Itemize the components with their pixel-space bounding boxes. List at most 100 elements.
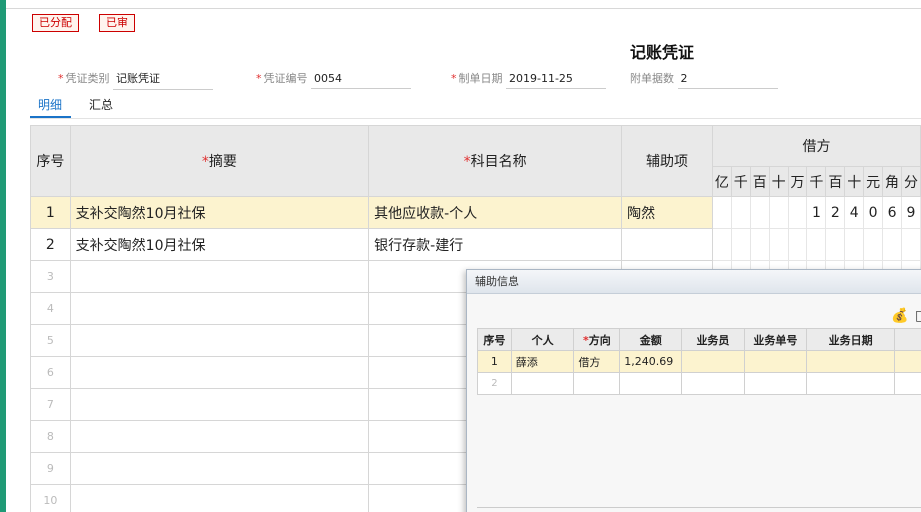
digit-header: 千 — [806, 166, 827, 197]
header-account: *科目名称 — [368, 125, 623, 197]
aux-header: *方向 — [573, 328, 621, 351]
aux-header: 业务日期 — [806, 328, 896, 351]
summary-cell[interactable] — [69, 324, 370, 357]
panel-icon[interactable]: □ — [915, 308, 921, 324]
debit-digit-cell[interactable] — [768, 196, 789, 229]
aux-cell-person[interactable]: 薛添 — [510, 350, 575, 373]
tab-active-indicator — [30, 116, 71, 118]
aux-cell-extra — [894, 372, 921, 395]
voucher-number-input[interactable]: 0054 — [311, 72, 411, 89]
summary-cell[interactable] — [69, 260, 370, 293]
aux-cell-salesman[interactable] — [681, 350, 745, 373]
aux-cell-direction[interactable]: 借方 — [573, 350, 621, 373]
aux-cell-salesman[interactable] — [681, 372, 745, 395]
left-accent-bar — [0, 0, 6, 512]
digit-header: 十 — [844, 166, 865, 197]
debit-digit-cell[interactable] — [825, 228, 846, 261]
aux-cell-doc-no[interactable] — [743, 372, 808, 395]
debit-digit-cell[interactable] — [749, 228, 770, 261]
digit-header: 百 — [825, 166, 846, 197]
aux-info-dialog: 辅助信息 💰 □ 序号个人*方向金额业务员业务单号业务日期 1薛添借方1,240… — [466, 269, 921, 512]
summary-cell[interactable] — [69, 420, 370, 453]
aux-cell-seq: 2 — [477, 372, 512, 395]
attachments-field: 附单据数 2 — [630, 70, 778, 89]
digit-header: 角 — [882, 166, 902, 197]
aux-header: 个人 — [510, 328, 575, 351]
aux-cell[interactable] — [621, 228, 713, 261]
aux-cell-direction[interactable] — [573, 372, 621, 395]
voucher-page: 已分配 已审 记账凭证 * 凭证类别 记账凭证 * 凭证编号 0054 * 制单日期 … — [0, 0, 921, 512]
aux-cell-amount[interactable] — [619, 372, 683, 395]
debit-digit-cell[interactable]: 9 — [901, 196, 921, 229]
aux-cell-seq: 1 — [477, 350, 512, 373]
debit-digit-cell[interactable] — [730, 196, 751, 229]
debit-digit-cell[interactable]: 4 — [844, 196, 865, 229]
debit-digit-cell[interactable]: 1 — [806, 196, 827, 229]
attachments-input[interactable]: 2 — [677, 72, 778, 89]
aux-header-extra — [894, 328, 921, 351]
aux-cell-amount[interactable]: 1,240.69 — [619, 350, 683, 373]
row-seq: 4 — [30, 292, 71, 325]
table-row[interactable]: 2 支补交陶然10月社保 银行存款-建行 — [30, 228, 921, 261]
voucher-number-label: 凭证编号 — [263, 72, 308, 85]
debit-digit-cell[interactable] — [711, 228, 732, 261]
debit-digit-cell[interactable] — [749, 196, 770, 229]
debit-digit-cell[interactable]: 6 — [882, 196, 902, 229]
aux-cell[interactable]: 陶然 — [621, 196, 713, 229]
digit-header: 亿 — [711, 166, 732, 197]
summary-cell[interactable] — [69, 292, 370, 325]
aux-cell-extra — [894, 350, 921, 373]
debit-digit-cell[interactable]: 2 — [825, 196, 846, 229]
summary-cell[interactable]: 支补交陶然10月社保 — [69, 196, 370, 229]
account-cell[interactable]: 银行存款-建行 — [368, 228, 623, 261]
digit-header: 千 — [730, 166, 751, 197]
aux-cell-doc-no[interactable] — [743, 350, 808, 373]
debit-digit-cell[interactable] — [787, 196, 808, 229]
voucher-date-field: * 制单日期 2019-11-25 — [451, 70, 606, 89]
status-badge-audited: 已审 — [99, 14, 135, 32]
required-mark: * — [463, 154, 471, 170]
debit-digit-cell[interactable]: 0 — [863, 196, 884, 229]
voucher-type-input[interactable]: 记账凭证 — [113, 70, 213, 90]
voucher-number-field: * 凭证编号 0054 — [256, 70, 411, 89]
top-menu-bar — [6, 0, 921, 9]
summary-cell[interactable] — [69, 388, 370, 421]
table-row[interactable]: 1 支补交陶然10月社保 其他应收款-个人 陶然 1 2 4 0 6 9 — [30, 196, 921, 229]
attachments-label: 附单据数 — [630, 72, 674, 85]
debit-digit-cell[interactable] — [844, 228, 865, 261]
summary-cell[interactable] — [69, 356, 370, 389]
debit-digit-cell[interactable] — [787, 228, 808, 261]
summary-cell[interactable] — [69, 484, 370, 512]
tab-detail[interactable]: 明细 — [38, 96, 62, 113]
tab-summary[interactable]: 汇总 — [89, 96, 113, 113]
voucher-date-input[interactable]: 2019-11-25 — [506, 72, 606, 89]
debit-digit-cell[interactable] — [768, 228, 789, 261]
debit-digit-cell[interactable] — [882, 228, 902, 261]
money-bag-icon[interactable]: 💰 — [891, 308, 908, 324]
voucher-type-label: 凭证类别 — [65, 72, 110, 85]
row-seq: 9 — [30, 452, 71, 485]
row-seq: 3 — [30, 260, 71, 293]
aux-cell-date[interactable] — [806, 350, 896, 373]
digit-header: 百 — [749, 166, 770, 197]
row-seq: 6 — [30, 356, 71, 389]
aux-cell-person[interactable] — [510, 372, 575, 395]
header-summary: *摘要 — [69, 125, 370, 197]
debit-digit-cell[interactable] — [711, 196, 732, 229]
aux-header: 金额 — [619, 328, 683, 351]
account-cell[interactable]: 其他应收款-个人 — [368, 196, 623, 229]
aux-cell-date[interactable] — [806, 372, 896, 395]
summary-cell[interactable] — [69, 452, 370, 485]
aux-row[interactable]: 1 薛添 借方 1,240.69 — [477, 350, 921, 373]
debit-digit-cell[interactable] — [806, 228, 827, 261]
debit-digit-cell[interactable] — [863, 228, 884, 261]
row-seq: 8 — [30, 420, 71, 453]
debit-digit-cell[interactable] — [730, 228, 751, 261]
voucher-type-field: * 凭证类别 记账凭证 — [58, 70, 213, 90]
row-seq: 1 — [30, 196, 71, 229]
debit-digit-cell[interactable] — [901, 228, 921, 261]
dialog-bottom-divider — [477, 507, 921, 508]
aux-row[interactable]: 2 — [477, 372, 921, 395]
summary-cell[interactable]: 支补交陶然10月社保 — [69, 228, 370, 261]
header-aux: 辅助项 — [621, 125, 713, 197]
